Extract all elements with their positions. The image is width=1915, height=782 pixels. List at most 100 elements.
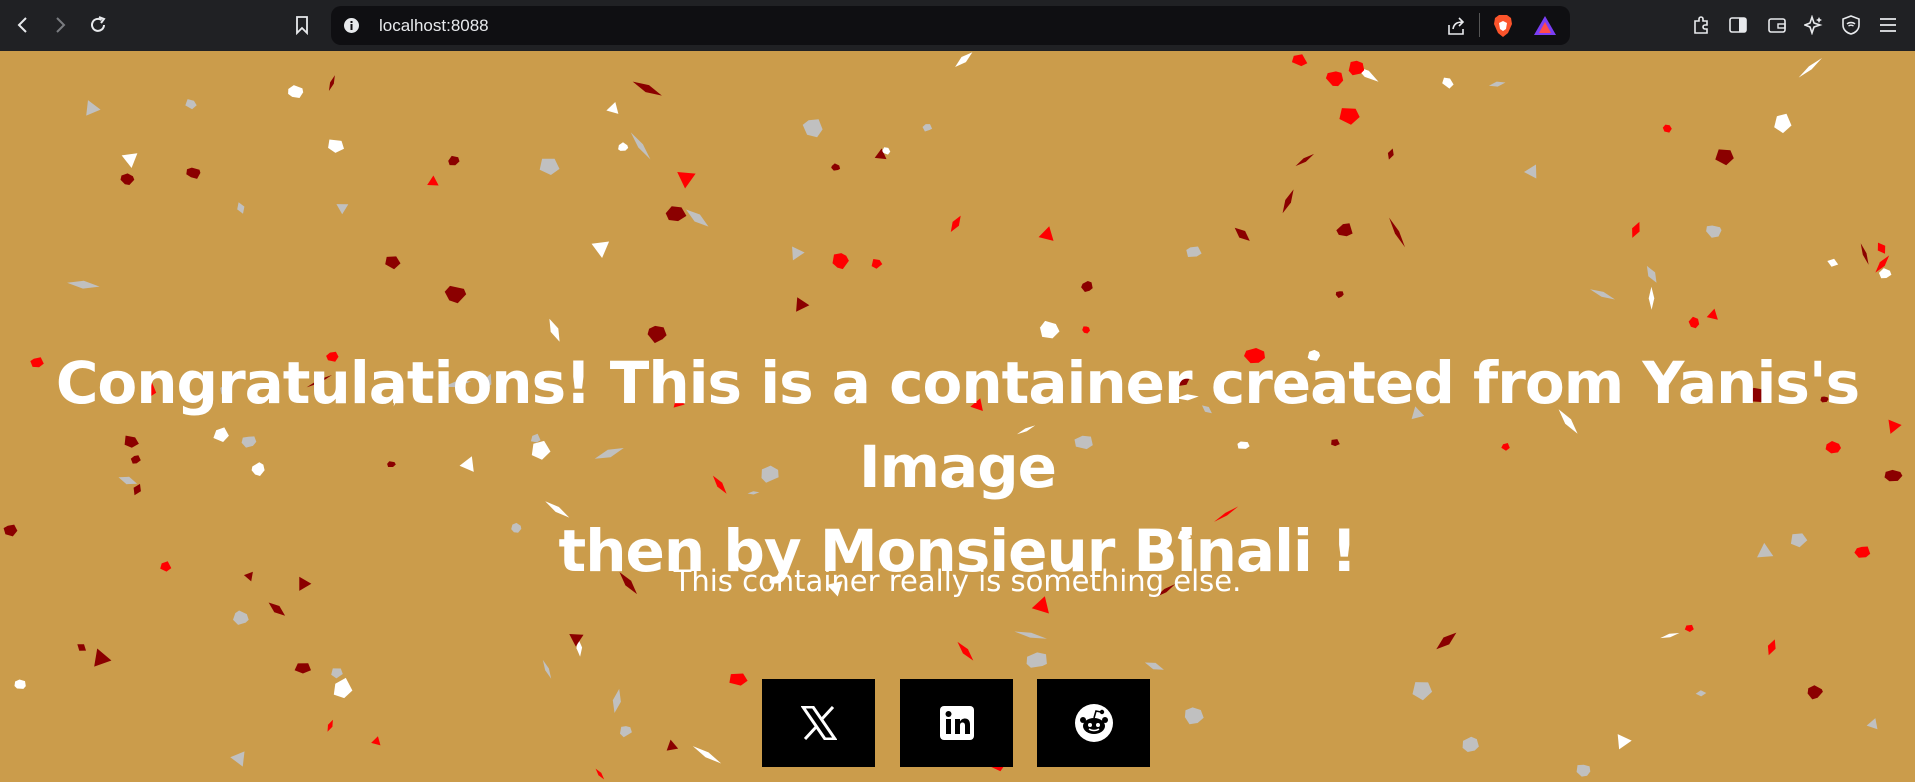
confetti-piece xyxy=(1684,624,1694,632)
confetti-piece xyxy=(677,172,696,189)
confetti-piece xyxy=(121,153,138,169)
confetti-piece xyxy=(802,119,823,138)
confetti-piece xyxy=(832,253,849,270)
confetti-piece xyxy=(1706,308,1718,320)
page-title: Congratulations! This is a container cre… xyxy=(0,341,1915,593)
leo-ai-icon[interactable] xyxy=(1799,10,1829,40)
confetti-piece xyxy=(94,648,112,667)
share-icon[interactable] xyxy=(1446,16,1466,36)
confetti-piece xyxy=(569,634,584,647)
confetti-piece xyxy=(328,75,335,91)
reload-icon[interactable] xyxy=(83,10,113,40)
confetti-piece xyxy=(1082,326,1090,334)
confetti-piece xyxy=(1144,662,1164,670)
confetti-piece xyxy=(328,139,344,153)
confetti-piece xyxy=(331,668,343,679)
confetti-piece xyxy=(1807,685,1823,700)
forward-icon[interactable] xyxy=(45,10,75,40)
confetti-piece xyxy=(1706,225,1722,238)
confetti-piece xyxy=(1660,633,1680,639)
confetti-piece xyxy=(796,297,810,312)
confetti-piece xyxy=(268,602,286,616)
confetti-piece xyxy=(385,256,401,270)
share-x-button[interactable] xyxy=(762,679,875,767)
confetti-piece xyxy=(1798,58,1822,78)
confetti-piece xyxy=(1866,718,1878,730)
x-icon xyxy=(800,706,837,740)
linkedin-icon xyxy=(939,706,974,740)
confetti-piece xyxy=(444,285,467,304)
confetti-piece xyxy=(1325,71,1344,87)
confetti-piece xyxy=(1282,189,1294,214)
confetti-piece xyxy=(1387,148,1394,160)
confetti-piece xyxy=(1646,265,1657,283)
confetti-piece xyxy=(632,81,662,96)
confetti-piece xyxy=(185,99,197,110)
confetti-piece xyxy=(792,246,805,261)
site-info-icon[interactable] xyxy=(343,17,360,34)
confetti-piece xyxy=(729,673,748,686)
confetti-piece xyxy=(427,175,439,186)
confetti-piece xyxy=(327,719,333,732)
menu-icon[interactable] xyxy=(1873,10,1903,40)
confetti-piece xyxy=(237,202,245,214)
confetti-piece xyxy=(1442,77,1454,89)
address-bar[interactable]: localhost:8088 xyxy=(331,6,1570,45)
confetti-piece xyxy=(618,142,629,151)
vpn-icon[interactable] xyxy=(1836,10,1866,40)
confetti-piece xyxy=(1336,223,1353,237)
confetti-piece xyxy=(692,746,722,764)
confetti-piece xyxy=(1040,320,1060,339)
confetti-piece xyxy=(294,663,311,674)
confetti-piece xyxy=(1295,153,1315,167)
confetti-piece xyxy=(1488,81,1506,87)
confetti-piece xyxy=(1335,291,1344,299)
confetti-piece xyxy=(1877,242,1886,254)
confetti-piece xyxy=(686,209,709,227)
url-text[interactable]: localhost:8088 xyxy=(379,6,489,45)
extensions-icon[interactable] xyxy=(1686,10,1716,40)
brave-rewards-icon[interactable] xyxy=(1533,15,1557,36)
page-body: Congratulations! This is a container cre… xyxy=(0,51,1915,782)
confetti-piece xyxy=(1291,54,1308,67)
confetti-piece xyxy=(871,259,883,269)
confetti-piece xyxy=(448,155,460,166)
confetti-piece xyxy=(1767,639,1776,656)
confetti-piece xyxy=(1617,734,1632,750)
wallet-icon[interactable] xyxy=(1762,10,1792,40)
share-linkedin-button[interactable] xyxy=(900,679,1013,767)
back-icon[interactable] xyxy=(8,10,38,40)
confetti-piece xyxy=(1523,164,1537,179)
sidebar-icon[interactable] xyxy=(1723,10,1753,40)
bookmark-icon[interactable] xyxy=(287,10,317,40)
confetti-piece xyxy=(606,101,619,114)
confetti-piece xyxy=(957,641,974,661)
confetti-piece xyxy=(1590,289,1615,300)
confetti-piece xyxy=(67,280,100,289)
confetti-piece xyxy=(955,52,973,67)
confetti-piece xyxy=(1038,226,1054,241)
confetti-piece xyxy=(336,204,349,215)
confetti-piece xyxy=(1234,227,1250,241)
confetti-piece xyxy=(86,100,101,116)
confetti-piece xyxy=(1695,690,1707,697)
confetti-piece xyxy=(591,241,610,259)
confetti-piece xyxy=(665,206,687,222)
brave-shields-icon[interactable] xyxy=(1492,14,1514,38)
confetti-piece xyxy=(1014,631,1047,639)
confetti-piece xyxy=(1389,217,1405,248)
confetti-piece xyxy=(1462,736,1479,752)
confetti-piece xyxy=(549,318,560,342)
title-line-1: Congratulations! This is a container cre… xyxy=(55,349,1860,501)
confetti-piece xyxy=(1081,281,1093,292)
confetti-piece xyxy=(950,215,961,232)
confetti-piece xyxy=(1412,682,1433,701)
confetti-piece xyxy=(1688,316,1700,329)
confetti-piece xyxy=(1576,764,1591,777)
confetti-piece xyxy=(186,167,201,179)
share-reddit-button[interactable] xyxy=(1037,679,1150,767)
confetti-piece xyxy=(14,679,26,689)
confetti-piece xyxy=(1339,108,1360,125)
confetti-piece xyxy=(1715,149,1734,166)
confetti-piece xyxy=(1878,268,1892,279)
